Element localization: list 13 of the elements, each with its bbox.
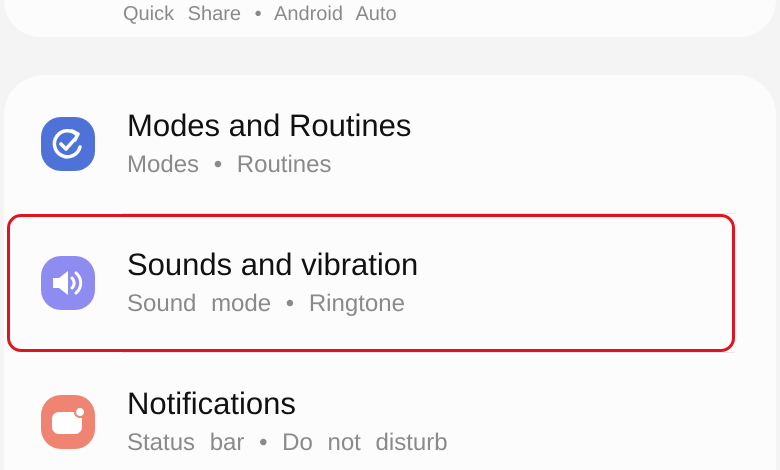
check-cycle-icon [41,117,95,171]
speaker-icon [41,256,95,310]
settings-subtitle: Sound mode • Ringtone [127,289,406,319]
settings-subtitle: Quick Share • Android Auto [123,2,398,26]
notification-icon [41,395,95,449]
settings-subtitle: Status bar • Do not disturb [127,428,448,458]
settings-title: Notifications [127,386,297,422]
settings-title: Modes and Routines [127,108,412,144]
settings-title: Sounds and vibration [127,247,418,283]
settings-item[interactable]: Modes and Routines Modes • Routines [7,75,735,213]
settings-subtitle: Modes • Routines [127,150,332,180]
settings-item[interactable]: Sounds and vibration Sound mode • Ringtone [7,214,735,352]
settings-item[interactable]: Notifications Status bar • Do not disturb [7,353,735,470]
